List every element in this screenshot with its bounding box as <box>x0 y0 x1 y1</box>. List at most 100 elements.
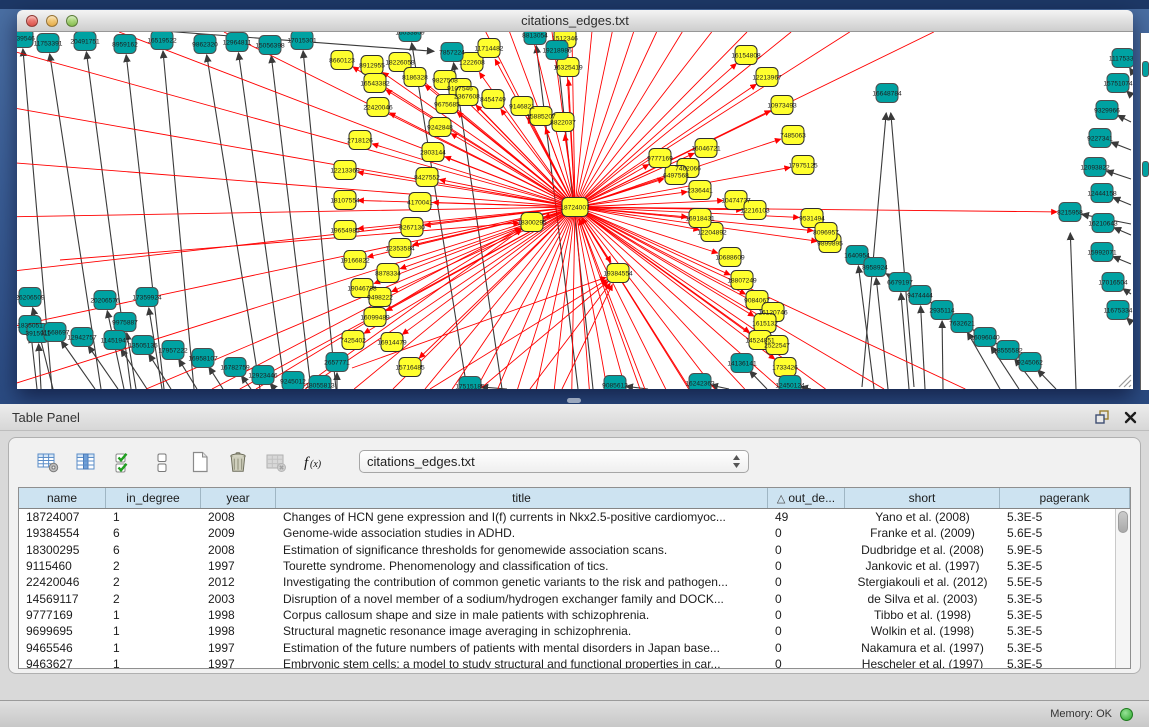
graph-node-label: 9474444 <box>907 292 933 299</box>
window-title-bar[interactable]: citations_edges.txt <box>17 10 1133 32</box>
graph-node-label: 18724007 <box>560 204 590 211</box>
minimize-window-button[interactable] <box>46 15 58 27</box>
graph-node-label: 12213967 <box>752 74 782 81</box>
table-panel-header: Table Panel <box>0 404 1149 431</box>
table-cell: 5.3E-5 <box>1000 510 1130 524</box>
graph-node-label: 9531494 <box>799 215 825 222</box>
memory-status-label: Memory: OK <box>1050 708 1112 720</box>
table-row[interactable]: 1938455462009Genome-wide association stu… <box>19 525 1130 541</box>
table-row[interactable]: 1456911722003Disruption of a novel membe… <box>19 590 1130 606</box>
table-selector-value: citations_edges.txt <box>367 454 732 469</box>
table-cell: 1997 <box>201 657 276 668</box>
graph-node-label: 16099489 <box>360 314 390 321</box>
table-header-row: name in_degree yeartitle△out_de... short pag… <box>19 488 1130 509</box>
graph-node-label: 18226058 <box>385 59 415 66</box>
graph-node-label: 7462066 <box>675 165 701 172</box>
graph-node-label: 7632621 <box>949 320 975 327</box>
column-header-title[interactable]: title <box>276 488 768 508</box>
graph-node-label: 17975125 <box>788 162 818 169</box>
table-browser-box: f(x) citations_edges.txt name in_degree ye… <box>8 437 1141 674</box>
scrollbar-thumb[interactable] <box>1118 511 1128 533</box>
column-header-year[interactable]: year <box>201 488 276 508</box>
vertical-scrollbar[interactable] <box>1115 509 1130 668</box>
table-cell: Structural magnetic resonance image aver… <box>276 624 768 638</box>
table-row[interactable]: 2242004622012Investigating the contribut… <box>19 574 1130 590</box>
network-canvas[interactable]: 1872400718300295193845548660123891295518… <box>17 32 1133 389</box>
function-builder-icon[interactable]: f(x) <box>301 449 327 475</box>
table-settings-icon[interactable] <box>35 449 61 475</box>
table-cell: 5.3E-5 <box>1000 559 1130 573</box>
graph-node-label: 18055813 <box>305 382 335 389</box>
column-header-name[interactable]: name <box>19 488 106 508</box>
table-row[interactable]: 946554611997Estimation of the future num… <box>19 639 1130 655</box>
close-panel-icon[interactable] <box>1124 411 1137 424</box>
graph-node-label: 2803144 <box>420 149 446 156</box>
panel-splitter-handle[interactable] <box>567 398 581 403</box>
table-cell: 0 <box>768 559 845 573</box>
graph-node-label: 16519522 <box>147 37 177 44</box>
deselect-all-icon[interactable] <box>149 449 175 475</box>
column-header-label: in_degree <box>126 491 179 505</box>
resize-grip-icon[interactable] <box>1119 375 1131 387</box>
delete-icon[interactable] <box>225 449 251 475</box>
table-row[interactable]: 977716911998Corpus callosum shape and si… <box>19 607 1130 623</box>
graph-node-label: 15716485 <box>395 364 425 371</box>
table-cell: 1997 <box>201 641 276 655</box>
table-cell: 0 <box>768 608 845 622</box>
graph-node-label: 8267130 <box>399 224 425 231</box>
graph-node-label: 15056398 <box>255 42 285 49</box>
table-row[interactable]: 946362711997Embryonic stem cells: a mode… <box>19 656 1130 668</box>
graph-node-label: 9245062 <box>1017 359 1043 366</box>
graph-node-label: 20206576 <box>90 297 120 304</box>
graph-node-label: 16154808 <box>731 52 761 59</box>
column-header-short[interactable]: short <box>845 488 1000 508</box>
table-cell: 0 <box>768 624 845 638</box>
table-cell: 1 <box>106 624 201 638</box>
graph-node-label: 6497568 <box>663 172 689 179</box>
column-header-pagerank[interactable]: pagerank <box>1000 488 1130 508</box>
graph-node-label: 18807249 <box>727 277 757 284</box>
graph-node-label: 2639546 <box>17 35 35 42</box>
graph-node-label: 26206509 <box>17 294 45 301</box>
close-window-button[interactable] <box>26 15 38 27</box>
graph-node-label: 16242363 <box>685 380 715 387</box>
table-cell: Changes of HCN gene expression and I(f) … <box>276 510 768 524</box>
table-cell: Disruption of a novel member of a sodium… <box>276 592 768 606</box>
graph-node-label: 9862320 <box>192 41 218 48</box>
table-cell: 1 <box>106 657 201 668</box>
float-panel-icon[interactable] <box>1094 409 1110 425</box>
graph-node-label: 8958924 <box>862 264 888 271</box>
select-all-icon[interactable] <box>111 449 137 475</box>
column-header-in_degree[interactable]: in_degree <box>106 488 201 508</box>
table-cell: de Silva et al. (2003) <box>845 592 1000 606</box>
new-table-icon[interactable] <box>187 449 213 475</box>
column-header-out_de[interactable]: △out_de... <box>768 488 845 508</box>
table-panel: Table Panel f(x) citations_edges.txt <box>0 404 1149 727</box>
graph-node-label: 19166822 <box>340 257 370 264</box>
column-visibility-icon[interactable] <box>73 449 99 475</box>
graph-node-label: 8813054 <box>522 32 548 39</box>
zoom-window-button[interactable] <box>66 15 78 27</box>
table-cell: 9115460 <box>19 559 106 573</box>
graph-node-label: 19046798 <box>347 285 377 292</box>
table-row[interactable]: 969969511998Structural magnetic resonanc… <box>19 623 1130 639</box>
table-row[interactable]: 911546021997Tourette syndrome. Phenomeno… <box>19 558 1130 574</box>
table-cell: 2003 <box>201 592 276 606</box>
table-cell: Yano et al. (2008) <box>845 510 1000 524</box>
graph-node-label: 7857224 <box>439 49 465 56</box>
graph-node-label: 8215958 <box>1057 209 1083 216</box>
table-cell: 5.3E-5 <box>1000 657 1130 668</box>
table-cell: 0 <box>768 526 845 540</box>
table-cell: 2012 <box>201 575 276 589</box>
graph-node-label: 8660123 <box>329 57 355 64</box>
graph-node-label: 11175339 <box>1109 55 1133 62</box>
graph-node-label: 15751074 <box>1103 80 1133 87</box>
table-selector-dropdown[interactable]: citations_edges.txt <box>359 450 749 473</box>
table-row[interactable]: 1830029562008Estimation of significance … <box>19 542 1130 558</box>
column-header-label: short <box>909 491 936 505</box>
table-row[interactable]: 1872400712008Changes of HCN gene express… <box>19 509 1130 525</box>
table-cell: 6 <box>106 543 201 557</box>
graph-node-label: 17015301 <box>287 37 317 44</box>
table-cell: 0 <box>768 592 845 606</box>
graph-node-label: 9827508 <box>432 77 458 84</box>
